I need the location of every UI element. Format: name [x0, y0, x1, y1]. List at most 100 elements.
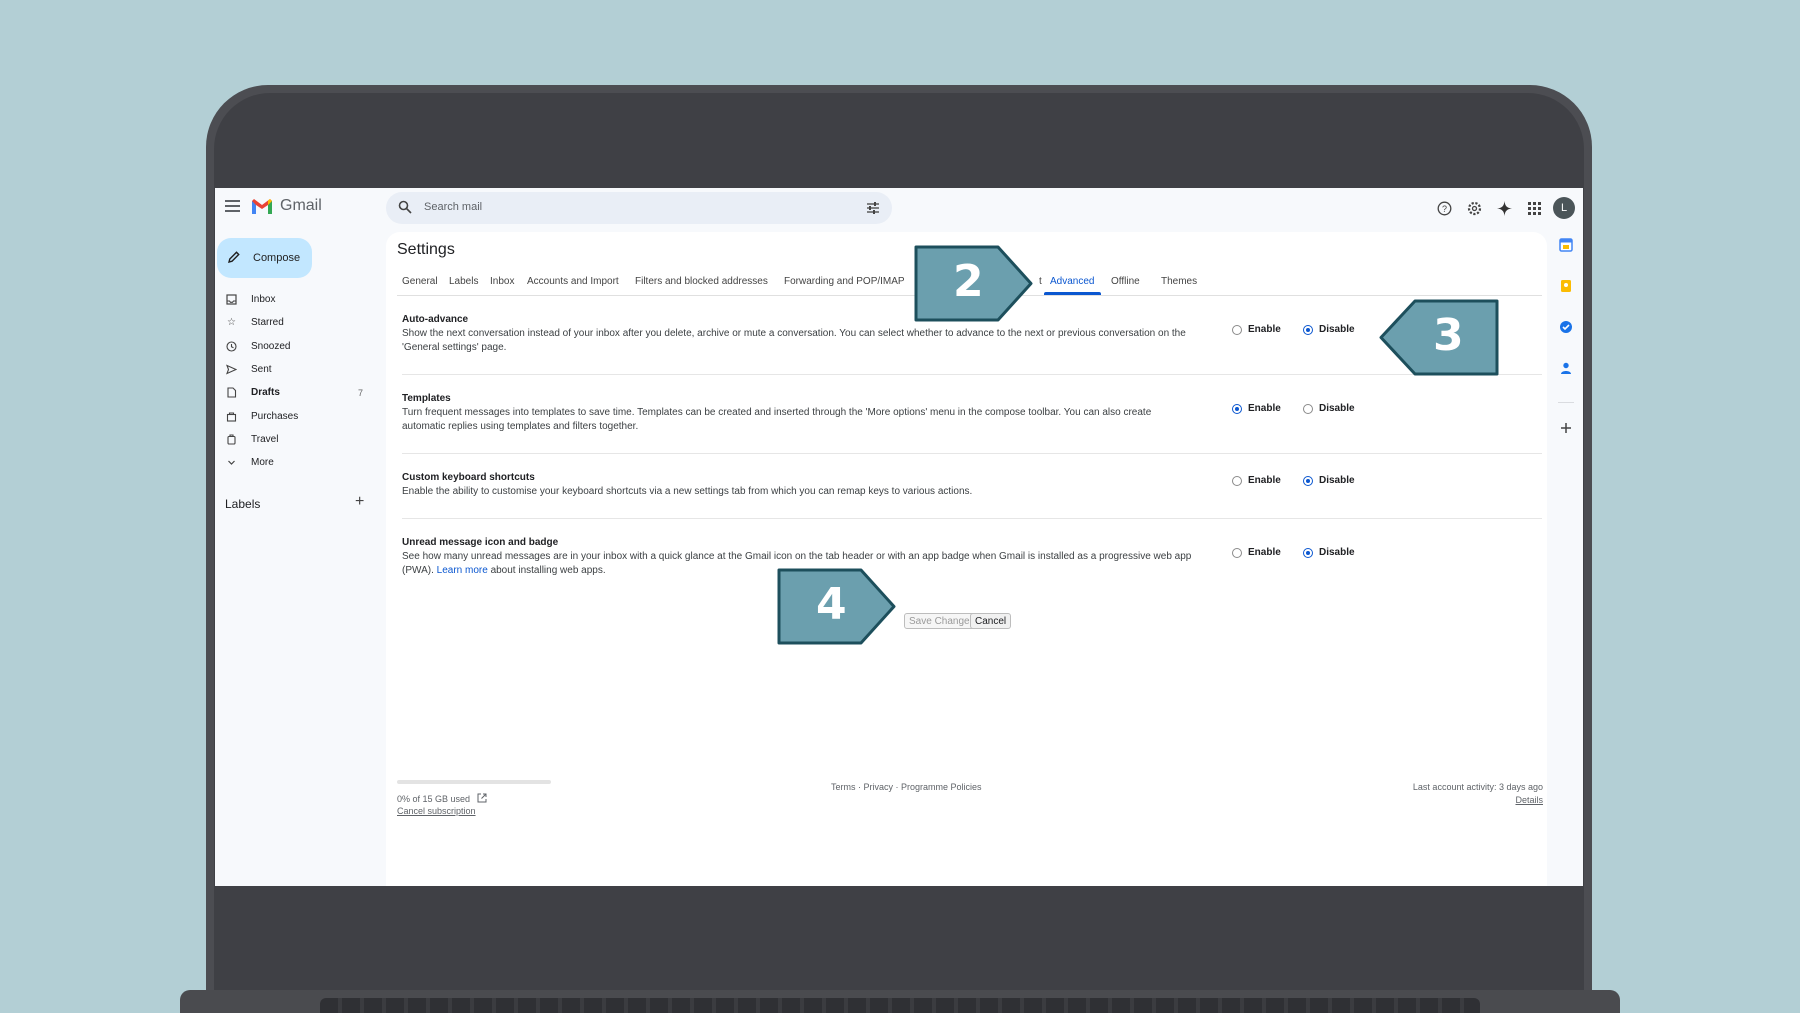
setting-description: Show the next conversation instead of yo…: [402, 328, 1186, 353]
inbox-icon: [226, 294, 237, 305]
callout-number: 3: [1433, 310, 1464, 361]
row-divider: [402, 374, 1542, 375]
setting-description: Enable the ability to customise your key…: [402, 486, 973, 497]
row-divider: [402, 453, 1542, 454]
tab-inbox[interactable]: Inbox: [490, 276, 514, 287]
tab-themes[interactable]: Themes: [1161, 276, 1197, 287]
external-link-icon[interactable]: [477, 793, 487, 803]
draft-icon: [226, 387, 237, 398]
sidebar-item-starred[interactable]: ☆ Starred: [215, 311, 365, 334]
top-bar: Gmail ?: [215, 188, 1583, 228]
sidebar-item-label: Purchases: [251, 410, 299, 422]
tab-filters[interactable]: Filters and blocked addresses: [635, 276, 768, 287]
callout-step-2: 2: [913, 244, 1035, 323]
gmail-screen: Gmail ?: [215, 188, 1583, 886]
setting-description: Turn frequent messages into templates to…: [402, 407, 1152, 432]
laptop-keyboard: [320, 998, 1480, 1013]
gemini-sparkle-icon[interactable]: [1493, 197, 1515, 219]
sidebar-item-drafts[interactable]: Drafts 7: [215, 381, 365, 404]
sidebar-item-label: Travel: [251, 433, 279, 445]
tab-general[interactable]: General: [402, 276, 438, 287]
tab-accounts-and-import[interactable]: Accounts and Import: [527, 276, 619, 287]
page-title: Settings: [397, 241, 455, 258]
shortcuts-enable-radio[interactable]: Enable: [1232, 475, 1281, 486]
setting-unread-badge: Unread message icon and badge See how ma…: [402, 537, 1542, 578]
templates-disable-radio[interactable]: Disable: [1303, 403, 1355, 414]
account-avatar[interactable]: L: [1553, 197, 1575, 219]
learn-more-link[interactable]: Learn more: [437, 565, 488, 576]
row-divider: [402, 518, 1542, 519]
keep-icon[interactable]: [1559, 279, 1573, 293]
sidebar-item-label: Inbox: [251, 294, 276, 306]
badge-enable-radio[interactable]: Enable: [1232, 547, 1281, 558]
search-icon[interactable]: [398, 200, 412, 214]
chevron-down-icon: [226, 457, 237, 468]
sidebar-item-snoozed[interactable]: Snoozed: [215, 335, 365, 358]
star-icon: ☆: [227, 317, 236, 329]
sidebar-item-more[interactable]: More: [215, 451, 365, 474]
setting-keyboard-shortcuts: Custom keyboard shortcuts Enable the abi…: [402, 472, 1542, 499]
gmail-logo-icon[interactable]: [251, 198, 273, 215]
add-label-icon[interactable]: +: [355, 493, 364, 511]
badge-disable-radio[interactable]: Disable: [1303, 547, 1355, 558]
setting-title: Custom keyboard shortcuts: [402, 472, 535, 483]
sidebar-item-purchases[interactable]: Purchases: [215, 404, 365, 427]
callout-number: 4: [816, 579, 847, 630]
rail-divider: [1558, 402, 1574, 403]
search-options-icon[interactable]: [866, 201, 880, 215]
send-icon: [226, 364, 237, 375]
luggage-icon: [226, 434, 237, 445]
sidebar-nav: Inbox ☆ Starred Snoozed Sent Drafts 7 Pu…: [215, 288, 365, 474]
search-input[interactable]: [424, 201, 824, 213]
apps-grid-icon[interactable]: [1523, 197, 1545, 219]
cancel-button[interactable]: Cancel: [970, 613, 1012, 629]
auto-advance-enable-radio[interactable]: Enable: [1232, 324, 1281, 335]
templates-enable-radio[interactable]: Enable: [1232, 403, 1281, 414]
contacts-icon[interactable]: [1559, 361, 1573, 375]
setting-title: Unread message icon and badge: [402, 537, 559, 548]
drafts-count: 7: [357, 387, 363, 398]
svg-text:?: ?: [1441, 204, 1446, 214]
tab-labels[interactable]: Labels: [449, 276, 478, 287]
settings-panel: Settings General Labels Inbox Accounts a…: [386, 232, 1547, 886]
settings-gear-icon[interactable]: [1463, 197, 1485, 219]
sidebar-item-inbox[interactable]: Inbox: [215, 288, 365, 311]
sidebar-item-label: Sent: [251, 364, 272, 376]
sidebar-item-label: Snoozed: [251, 340, 291, 352]
tasks-icon[interactable]: [1559, 320, 1573, 334]
last-activity: Last account activity: 3 days ago: [1412, 782, 1543, 792]
tab-forwarding[interactable]: Forwarding and POP/IMAP: [784, 276, 905, 287]
calendar-icon[interactable]: [1559, 238, 1573, 252]
labels-heading: Labels: [225, 497, 261, 511]
search-bar[interactable]: [386, 192, 892, 224]
setting-title: Templates: [402, 393, 451, 404]
clock-icon: [226, 341, 237, 352]
compose-button[interactable]: Compose: [217, 238, 312, 278]
footer-links[interactable]: Terms · Privacy · Programme Policies: [831, 782, 982, 792]
sidebar-item-travel[interactable]: Travel: [215, 428, 365, 451]
tab-advanced[interactable]: Advanced: [1050, 276, 1094, 287]
side-panel-rail: [1555, 238, 1577, 462]
sidebar-item-label: More: [251, 457, 274, 469]
tab-offline[interactable]: Offline: [1111, 276, 1140, 287]
sidebar-item-sent[interactable]: Sent: [215, 358, 365, 381]
compose-label: Compose: [253, 252, 301, 264]
details-link[interactable]: Details: [1515, 795, 1543, 805]
save-changes-button[interactable]: Save Changes: [904, 613, 980, 629]
storage-bar: [397, 780, 551, 784]
setting-templates: Templates Turn frequent messages into te…: [402, 393, 1542, 434]
gmail-wordmark[interactable]: Gmail: [280, 197, 322, 215]
callout-number: 2: [953, 256, 984, 307]
callout-step-3: 3: [1377, 298, 1500, 377]
add-app-icon[interactable]: [1559, 421, 1573, 435]
auto-advance-disable-radio[interactable]: Disable: [1303, 324, 1355, 335]
help-icon[interactable]: ?: [1433, 197, 1455, 219]
top-right-icons: ? L: [1433, 197, 1575, 219]
cancel-subscription-link[interactable]: Cancel subscription: [397, 806, 476, 816]
bag-icon: [226, 411, 237, 422]
tab-partial[interactable]: t: [1039, 276, 1042, 287]
hamburger-menu-icon[interactable]: [225, 200, 240, 212]
shortcuts-disable-radio[interactable]: Disable: [1303, 475, 1355, 486]
sidebar-item-label: Drafts: [251, 387, 280, 399]
storage-usage: 0% of 15 GB used: [397, 793, 487, 804]
